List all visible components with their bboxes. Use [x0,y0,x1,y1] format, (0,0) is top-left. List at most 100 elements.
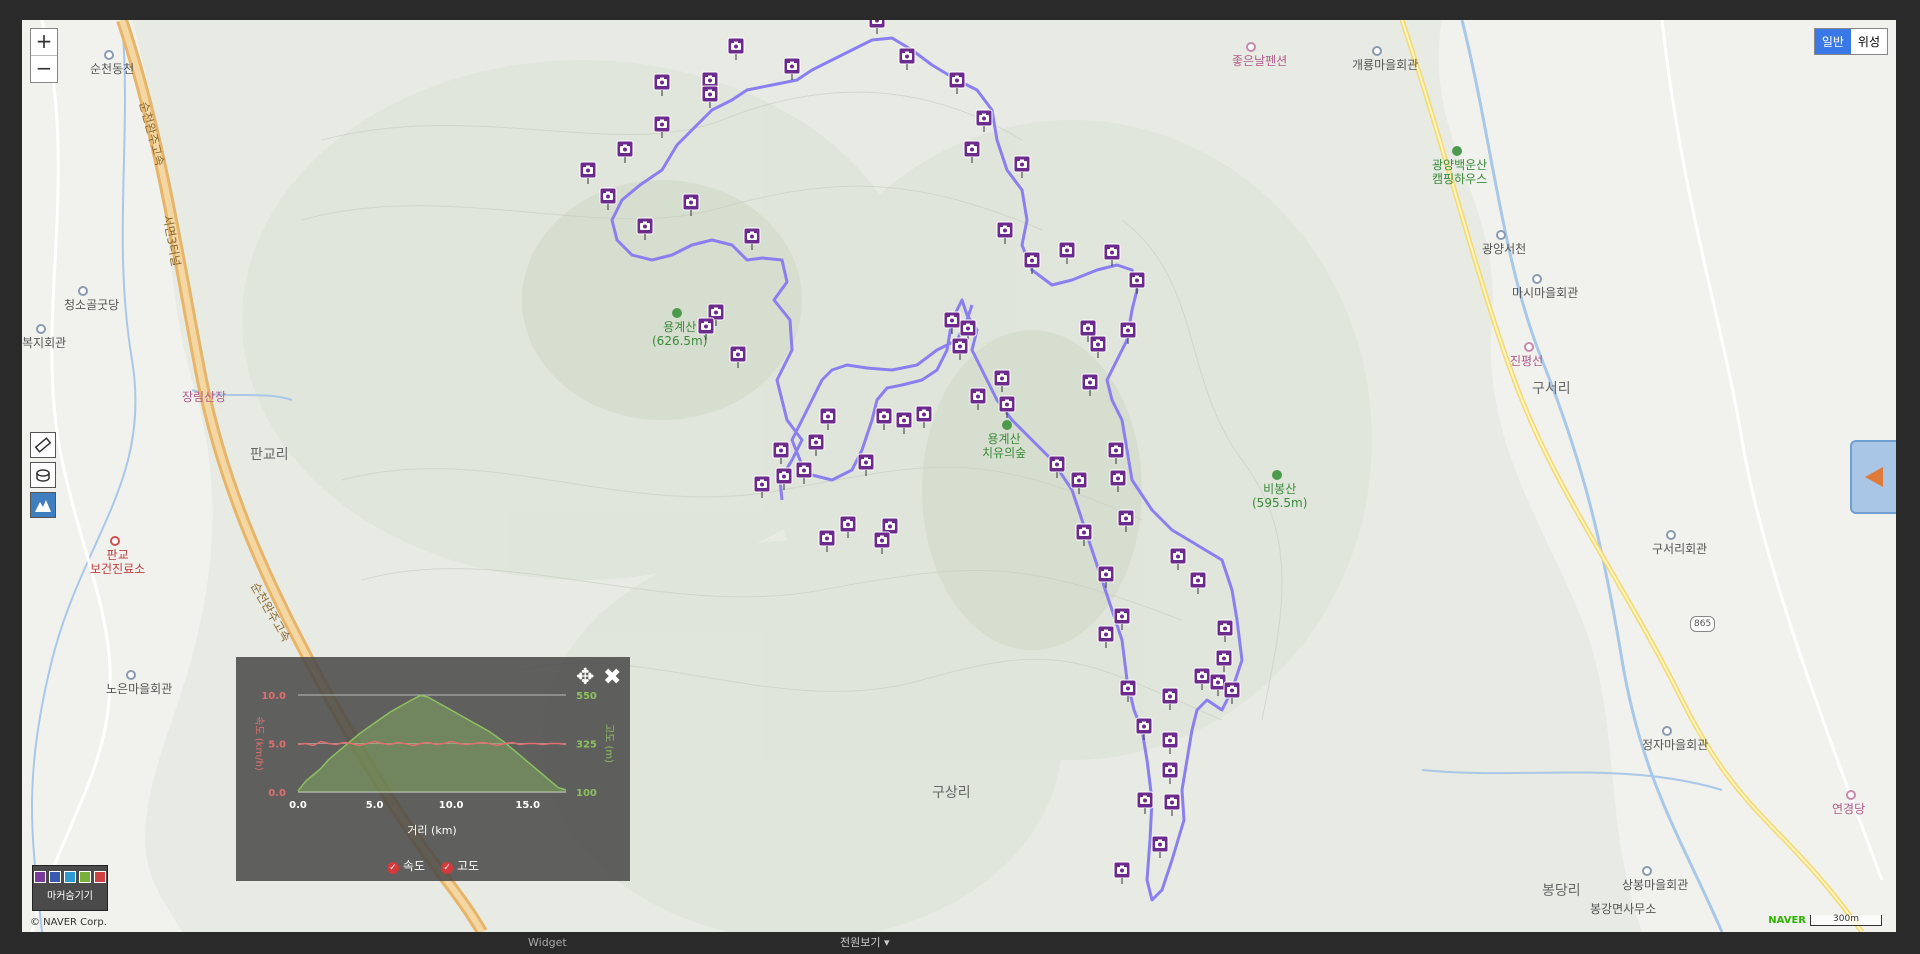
camera-icon[interactable] [1163,793,1181,816]
map-canvas[interactable]: 순천동천 청소골굿당 복지회관 판교리 판교 보건진료소 노은마을회관 용계산 (626.5m)… [22,20,1896,932]
place-label[interactable]: 정자마을회관 [1642,738,1708,752]
camera-icon[interactable] [599,187,617,210]
camera-icon[interactable] [772,441,790,464]
camera-icon[interactable] [948,71,966,94]
poi-marker-icon[interactable] [1246,42,1256,52]
place-label[interactable]: 순천동천 [90,62,134,76]
poi-marker-icon[interactable] [104,50,114,60]
camera-icon[interactable] [857,453,875,476]
place-label[interactable]: 판교 보건진료소 [90,548,145,576]
poi-marker-icon[interactable] [126,670,136,680]
camera-icon[interactable] [868,20,886,34]
poi-marker-icon[interactable] [1666,530,1676,540]
camera-icon[interactable] [579,161,597,184]
camera-icon[interactable] [1113,607,1131,630]
camera-icon[interactable] [1058,241,1076,264]
poi-marker-icon[interactable] [1662,726,1672,736]
camera-icon[interactable] [959,319,977,342]
camera-icon[interactable] [697,317,715,340]
poi-marker-icon[interactable] [1642,866,1652,876]
camera-icon[interactable] [1223,681,1241,704]
place-label[interactable]: 판교리 [250,448,289,462]
poi-marker-icon[interactable] [1452,146,1462,156]
hide-markers-button[interactable]: 마커숨기기 [32,865,108,911]
camera-icon[interactable] [819,407,837,430]
camera-icon[interactable] [839,515,857,538]
camera-icon[interactable] [1048,455,1066,478]
camera-icon[interactable] [1070,471,1088,494]
place-label[interactable]: 비봉산 (595.5m) [1252,482,1307,510]
camera-icon[interactable] [1136,791,1154,814]
camera-icon[interactable] [998,395,1016,418]
camera-icon[interactable] [993,369,1011,392]
camera-icon[interactable] [898,47,916,70]
poi-marker-icon[interactable] [1372,46,1382,56]
camera-icon[interactable] [653,73,671,96]
camera-icon[interactable] [975,109,993,132]
place-label[interactable]: 봉당리 [1542,884,1581,898]
camera-icon[interactable] [969,387,987,410]
legend-speed[interactable]: ✓ 속도 [386,857,425,874]
camera-icon[interactable] [875,407,893,430]
camera-icon[interactable] [775,467,793,490]
camera-icon[interactable] [996,221,1014,244]
poi-marker-icon[interactable] [1002,420,1012,430]
camera-icon[interactable] [701,85,719,108]
camera-icon[interactable] [1089,335,1107,358]
camera-icon[interactable] [1107,441,1125,464]
place-label[interactable]: 용계산 치유의숲 [982,432,1026,460]
poi-marker-icon[interactable] [78,286,88,296]
elevation-profile-button[interactable] [30,492,56,518]
map-type-normal-button[interactable]: 일반 [1814,29,1851,54]
camera-icon[interactable] [743,227,761,250]
place-label[interactable]: 구서리 [1532,382,1571,396]
camera-icon[interactable] [1013,155,1031,178]
camera-icon[interactable] [1081,373,1099,396]
camera-icon[interactable] [915,405,933,428]
place-label[interactable]: 개룡마을회관 [1352,58,1418,72]
poi-marker-icon[interactable] [1532,274,1542,284]
poi-marker-icon[interactable] [1524,342,1534,352]
poi-marker-icon[interactable] [1846,790,1856,800]
place-label[interactable]: 진평선 [1510,354,1543,368]
camera-icon[interactable] [636,217,654,240]
camera-icon[interactable] [1135,717,1153,740]
move-icon[interactable]: ✥ [576,665,594,690]
camera-icon[interactable] [818,529,836,552]
close-icon[interactable]: ✖ [603,665,621,690]
camera-icon[interactable] [1128,271,1146,294]
place-label[interactable]: 상봉마을회관 [1622,878,1688,892]
camera-icon[interactable] [1216,619,1234,642]
camera-icon[interactable] [873,531,891,554]
camera-icon[interactable] [1119,679,1137,702]
camera-icon[interactable] [783,57,801,80]
camera-icon[interactable] [1097,625,1115,648]
place-label[interactable]: 복지회관 [22,336,66,350]
poi-marker-icon[interactable] [1496,230,1506,240]
camera-icon[interactable] [795,461,813,484]
place-label[interactable]: 좋은날펜션 [1232,54,1287,68]
camera-icon[interactable] [1113,861,1131,884]
camera-icon[interactable] [1119,321,1137,344]
camera-icon[interactable] [1215,649,1233,672]
poi-marker-icon[interactable] [36,324,46,334]
place-label[interactable]: 노은마을회관 [106,682,172,696]
camera-icon[interactable] [729,345,747,368]
camera-icon[interactable] [727,37,745,60]
camera-icon[interactable] [1161,761,1179,784]
camera-icon[interactable] [653,115,671,138]
zoom-out-button[interactable]: − [31,55,57,82]
camera-icon[interactable] [963,140,981,163]
place-label[interactable]: 구상리 [932,786,971,800]
poi-marker-icon[interactable] [672,308,682,318]
camera-icon[interactable] [1151,835,1169,858]
camera-icon[interactable] [951,337,969,360]
place-label[interactable]: 연경당 [1832,802,1865,816]
legend-altitude[interactable]: ✓ 고도 [441,857,479,874]
zoom-in-button[interactable]: + [31,29,57,55]
place-label[interactable]: 광양서천 [1482,242,1526,256]
ruler-button[interactable] [30,432,56,458]
camera-icon[interactable] [1097,565,1115,588]
place-label[interactable]: 청소골굿당 [64,298,119,312]
camera-icon[interactable] [1161,731,1179,754]
